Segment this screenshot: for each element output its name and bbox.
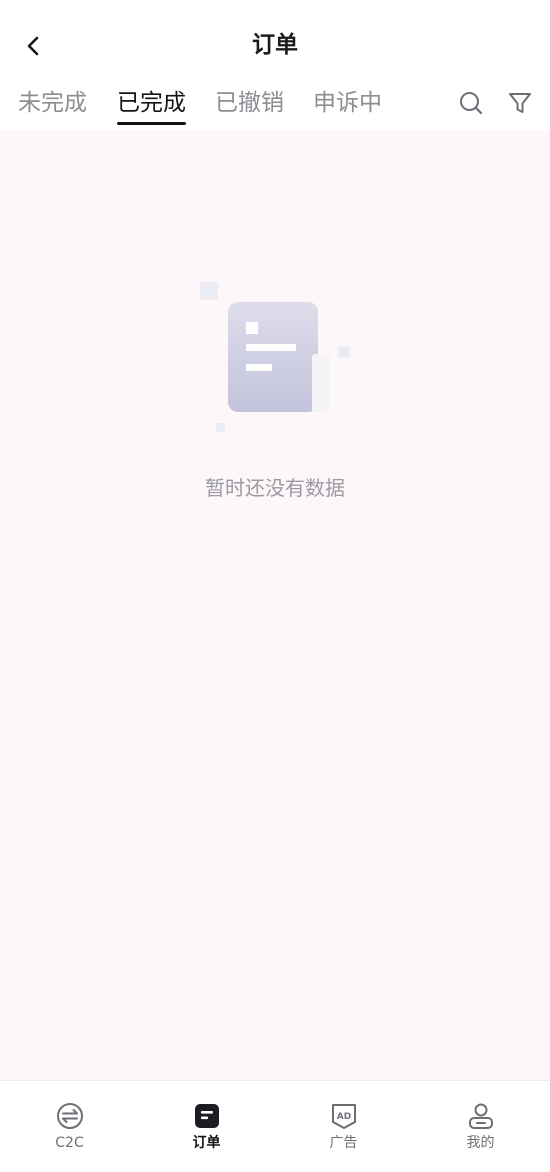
orders-icon <box>194 1104 219 1128</box>
nav-item-c2c[interactable]: C2C <box>1 1081 138 1172</box>
orders-list-empty: 暂时还没有数据 <box>0 130 550 1080</box>
empty-document-icon <box>200 282 350 432</box>
svg-text:AD: AD <box>336 1112 350 1122</box>
nav-label-profile: 我的 <box>466 1135 495 1151</box>
bottom-navigation: C2C 订单 AD 广告 我的 <box>0 1080 550 1172</box>
nav-label-c2c: C2C <box>55 1135 84 1151</box>
profile-icon <box>468 1103 493 1129</box>
filter-icon <box>509 93 531 113</box>
tab-cancelled[interactable]: 已撤销 <box>215 86 284 120</box>
nav-item-profile[interactable]: 我的 <box>412 1081 549 1172</box>
nav-item-orders[interactable]: 订单 <box>138 1081 275 1172</box>
order-status-tabs: 未完成 已完成 已撤销 申诉中 <box>0 80 550 130</box>
tab-appealing[interactable]: 申诉中 <box>313 86 382 120</box>
nav-label-ads: 广告 <box>329 1135 358 1151</box>
page-title: 订单 <box>252 32 298 58</box>
nav-item-ads[interactable]: AD 广告 <box>275 1081 412 1172</box>
ad-icon: AD <box>331 1104 356 1129</box>
tab-uncompleted[interactable]: 未完成 <box>18 86 87 120</box>
search-icon <box>460 92 483 115</box>
nav-label-orders: 订单 <box>192 1135 221 1151</box>
c2c-exchange-icon <box>56 1103 83 1129</box>
search-button[interactable] <box>456 88 486 118</box>
empty-state-message: 暂时还没有数据 <box>205 476 345 500</box>
tab-completed[interactable]: 已完成 <box>117 86 186 125</box>
filter-button[interactable] <box>505 88 535 118</box>
top-bar: 订单 <box>0 0 550 90</box>
